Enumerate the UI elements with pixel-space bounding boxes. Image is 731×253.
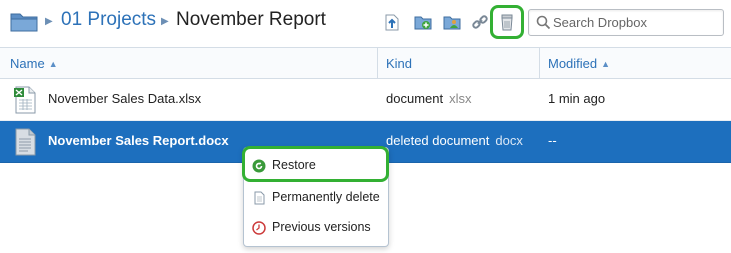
menu-item-label: Restore	[272, 158, 316, 172]
restore-icon	[252, 159, 266, 173]
column-header-modified[interactable]: Modified ▲	[548, 56, 610, 71]
breadcrumb-parent-link[interactable]: 01 Projects	[61, 9, 156, 31]
file-extension: docx	[495, 133, 523, 148]
column-header-name-label: Name	[10, 56, 45, 71]
new-folder-icon[interactable]	[414, 13, 432, 31]
menu-item-previous-versions[interactable]: Previous versions	[244, 214, 388, 242]
toolbar-highlight-ring	[490, 5, 524, 39]
folder-icon[interactable]	[10, 10, 38, 32]
column-header-kind[interactable]: Kind	[386, 56, 412, 71]
search-input[interactable]	[553, 13, 718, 32]
search-icon	[536, 15, 551, 30]
excel-file-icon	[14, 86, 36, 114]
sort-ascending-icon: ▲	[48, 59, 58, 69]
share-link-icon[interactable]	[471, 13, 489, 31]
file-name[interactable]: November Sales Report.docx	[48, 133, 229, 148]
upload-icon[interactable]	[383, 13, 401, 31]
header: ▶ 01 Projects ▶ November Report	[0, 0, 731, 46]
menu-item-permanently-delete[interactable]: Permanently delete	[244, 184, 388, 212]
column-header-name[interactable]: Name ▲	[10, 56, 58, 71]
menu-item-label: Previous versions	[272, 220, 371, 234]
file-modified: 1 min ago	[548, 91, 606, 106]
file-name[interactable]: November Sales Data.xlsx	[48, 91, 201, 106]
page-title: November Report	[176, 9, 326, 30]
previous-versions-icon	[252, 221, 266, 235]
sort-ascending-icon: ▲	[601, 59, 611, 69]
permanently-delete-icon	[254, 191, 265, 205]
file-modified: --	[548, 133, 557, 148]
breadcrumb-separator-icon: ▶	[45, 16, 53, 27]
breadcrumb-separator-icon: ▶	[161, 16, 169, 27]
share-folder-icon[interactable]	[443, 13, 461, 31]
column-header-row: Name ▲ Kind Modified ▲	[0, 47, 731, 79]
deleted-document-icon	[15, 128, 36, 156]
column-divider[interactable]	[539, 48, 540, 78]
column-divider[interactable]	[377, 48, 378, 78]
context-menu: Restore Permanently delete Previous vers…	[243, 147, 389, 247]
file-extension: xlsx	[449, 91, 472, 106]
file-kind: document xlsx	[386, 91, 471, 106]
file-row[interactable]: November Sales Data.xlsx document xlsx 1 …	[0, 79, 731, 121]
file-kind: deleted document docx	[386, 133, 523, 148]
menu-item-label: Permanently delete	[272, 190, 380, 204]
menu-item-restore[interactable]: Restore	[244, 152, 388, 180]
file-kind-label: deleted document	[386, 133, 490, 148]
column-header-modified-label: Modified	[548, 56, 598, 71]
file-kind-label: document	[386, 91, 444, 106]
search-box[interactable]	[528, 9, 724, 36]
